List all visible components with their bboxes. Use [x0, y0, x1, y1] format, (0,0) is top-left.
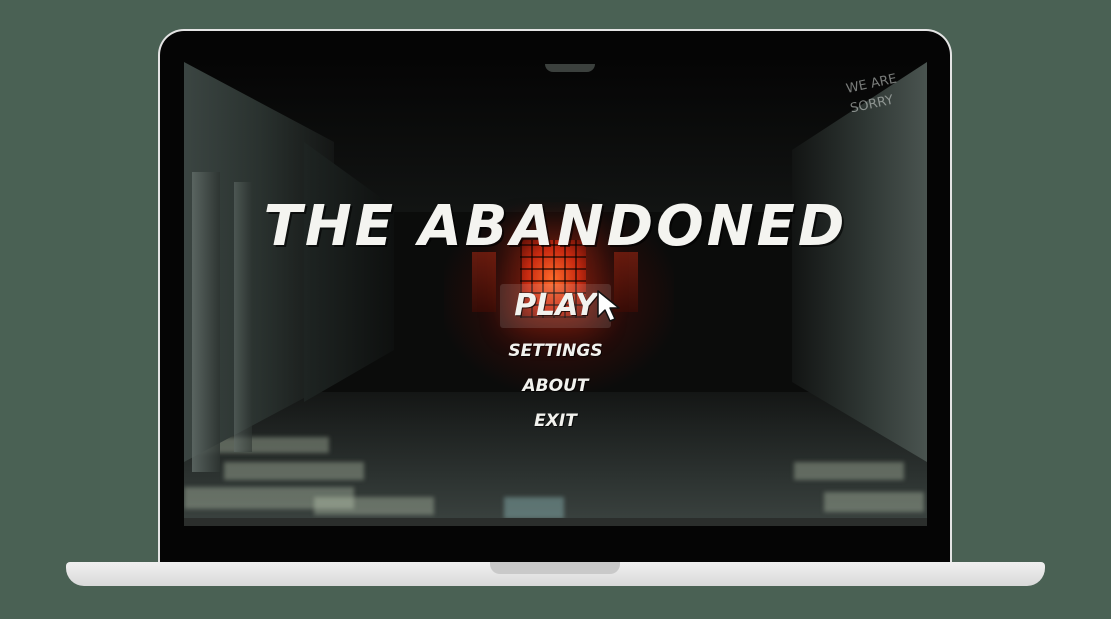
play-button[interactable]: PLAY — [500, 284, 611, 328]
about-button[interactable]: ABOUT — [523, 369, 589, 404]
light-patch — [794, 462, 904, 480]
main-menu: PLAY SETTINGS ABOUT EXIT — [184, 284, 927, 439]
settings-button[interactable]: SETTINGS — [508, 334, 602, 369]
light-patch — [824, 492, 924, 512]
light-patch — [224, 462, 364, 480]
light-patch — [314, 497, 434, 515]
exit-button[interactable]: EXIT — [534, 404, 577, 439]
screen-bottom-bar — [184, 518, 927, 526]
mouse-cursor-icon — [597, 290, 620, 322]
game-screen: WE ARE SORRY THE ABANDONED PLAY SETTINGS… — [184, 62, 927, 526]
laptop-base-notch — [490, 562, 620, 574]
camera-notch — [545, 64, 595, 72]
light-patch — [504, 497, 564, 519]
game-title: THE ABANDONED — [263, 194, 848, 259]
